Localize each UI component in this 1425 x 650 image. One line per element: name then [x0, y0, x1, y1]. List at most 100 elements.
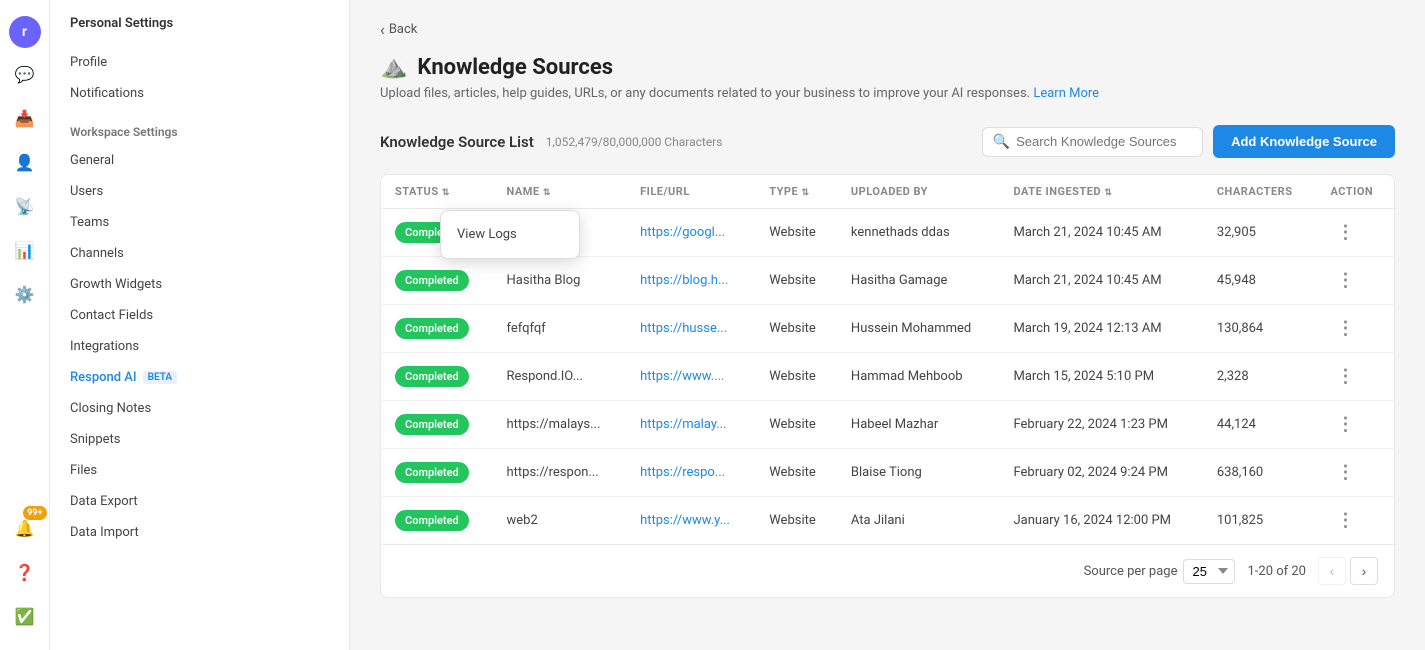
cell-date-ingested: January 16, 2024 12:00 PM: [999, 497, 1202, 545]
action-menu-button[interactable]: ⋮: [1330, 268, 1360, 293]
action-menu-button[interactable]: ⋮: [1330, 508, 1360, 533]
sidebar-item-respond-ai[interactable]: Respond AI BETA: [50, 362, 349, 393]
action-menu-button[interactable]: ⋮: [1330, 316, 1360, 341]
cell-action: ⋮: [1316, 449, 1394, 497]
user-avatar[interactable]: r: [9, 16, 41, 48]
next-page-button[interactable]: ›: [1350, 557, 1378, 585]
search-icon: 🔍: [993, 134, 1010, 150]
col-action: ACTION: [1316, 175, 1394, 209]
cell-characters: 101,825: [1203, 497, 1317, 545]
dropdown-view-logs[interactable]: View Logs: [441, 219, 579, 250]
sidebar-item-data-import[interactable]: Data Import: [50, 517, 349, 548]
nav-icon-notifications[interactable]: 🔔 99+: [7, 510, 43, 546]
action-menu-button[interactable]: ⋮: [1330, 460, 1360, 485]
col-characters: CHARACTERS: [1203, 175, 1317, 209]
col-name: NAME ⇅: [493, 175, 627, 209]
col-file-url: FILE/URL: [626, 175, 755, 209]
file-url-link[interactable]: https://googl...: [640, 225, 725, 240]
search-input[interactable]: [1016, 134, 1192, 149]
cell-action: ⋮: [1316, 209, 1394, 257]
ks-title: Knowledge Source List: [380, 133, 534, 151]
sidebar-item-data-export[interactable]: Data Export: [50, 486, 349, 517]
cell-name: web2: [493, 497, 627, 545]
cell-uploaded-by: Ata Jilani: [837, 497, 1000, 545]
nav-icon-inbox[interactable]: 📥: [7, 100, 43, 136]
cell-date-ingested: February 02, 2024 9:24 PM: [999, 449, 1202, 497]
sidebar-item-contact-fields[interactable]: Contact Fields: [50, 300, 349, 331]
cell-name: Respond.IO...: [493, 353, 627, 401]
cell-characters: 32,905: [1203, 209, 1317, 257]
action-menu-button[interactable]: ⋮: [1330, 220, 1360, 245]
cell-action: ⋮: [1316, 401, 1394, 449]
cell-characters: 2,328: [1203, 353, 1317, 401]
search-box: 🔍: [982, 127, 1203, 157]
cell-type: Website: [755, 209, 837, 257]
file-url-link[interactable]: https://www.y...: [640, 513, 730, 528]
nav-icon-chat[interactable]: 💬: [7, 56, 43, 92]
nav-icon-status[interactable]: ✅: [7, 598, 43, 634]
cell-uploaded-by: Hasitha Gamage: [837, 257, 1000, 305]
sidebar-item-notifications[interactable]: Notifications: [50, 78, 349, 109]
nav-icon-contacts[interactable]: 👤: [7, 144, 43, 180]
per-page-select[interactable]: 25 50 100: [1183, 559, 1235, 584]
sidebar-item-snippets[interactable]: Snippets: [50, 424, 349, 455]
file-url-link[interactable]: https://www....: [640, 369, 724, 384]
nav-icon-settings[interactable]: ⚙️: [7, 276, 43, 312]
sidebar-item-growth-widgets[interactable]: Growth Widgets: [50, 269, 349, 300]
file-url-link[interactable]: https://blog.h...: [640, 273, 728, 288]
cell-date-ingested: March 21, 2024 10:45 AM: [999, 209, 1202, 257]
sidebar-item-teams[interactable]: Teams: [50, 207, 349, 238]
sidebar-item-integrations[interactable]: Integrations: [50, 331, 349, 362]
cell-status: Completed: [381, 305, 493, 353]
col-status: STATUS ⇅: [381, 175, 493, 209]
cell-file-url: https://www.y...: [626, 497, 755, 545]
nav-icon-channels[interactable]: 📡: [7, 188, 43, 224]
sidebar-item-users[interactable]: Users: [50, 176, 349, 207]
col-uploaded-by: UPLOADED BY: [837, 175, 1000, 209]
settings-sidebar: Personal Settings Profile Notifications …: [50, 0, 350, 650]
pagination-nav: ‹ ›: [1318, 557, 1378, 585]
cell-type: Website: [755, 449, 837, 497]
status-badge: Completed: [395, 414, 469, 435]
nav-icon-help[interactable]: ❓: [7, 554, 43, 590]
status-badge: Completed: [395, 270, 469, 291]
status-badge: Completed: [395, 462, 469, 483]
learn-more-link[interactable]: Learn More: [1033, 86, 1099, 101]
file-url-link[interactable]: https://respo...: [640, 465, 725, 480]
cell-action: ⋮: [1316, 353, 1394, 401]
file-url-link[interactable]: https://husse...: [640, 321, 727, 336]
back-link[interactable]: ‹ Back: [380, 20, 1395, 39]
sidebar-item-general[interactable]: General: [50, 145, 349, 176]
per-page-select-wrap: Source per page 25 50 100: [1084, 559, 1236, 584]
cell-uploaded-by: Blaise Tiong: [837, 449, 1000, 497]
cell-uploaded-by: Hammad Mehboob: [837, 353, 1000, 401]
cell-action: ⋮: [1316, 497, 1394, 545]
pagination-bar: Source per page 25 50 100 1-20 of 20 ‹ ›: [381, 544, 1394, 597]
file-url-link[interactable]: https://malay...: [640, 417, 727, 432]
cell-status: Completed: [381, 401, 493, 449]
sidebar-item-profile[interactable]: Profile: [50, 47, 349, 78]
sidebar-item-channels[interactable]: Channels: [50, 238, 349, 269]
cell-characters: 638,160: [1203, 449, 1317, 497]
table-row: Completed https://respon... https://resp…: [381, 449, 1394, 497]
cell-file-url: https://respo...: [626, 449, 755, 497]
action-menu-button[interactable]: ⋮: [1330, 364, 1360, 389]
add-knowledge-source-button[interactable]: Add Knowledge Source: [1213, 125, 1395, 158]
cell-type: Website: [755, 257, 837, 305]
sidebar-item-files[interactable]: Files: [50, 455, 349, 486]
prev-page-button[interactable]: ‹: [1318, 557, 1346, 585]
cell-action: ⋮: [1316, 257, 1394, 305]
cell-uploaded-by: kennethads ddas: [837, 209, 1000, 257]
table-row: Completed Hasitha Blog https://blog.h...…: [381, 257, 1394, 305]
status-badge: Completed: [395, 318, 469, 339]
cell-type: Website: [755, 497, 837, 545]
action-menu-button[interactable]: ⋮: [1330, 412, 1360, 437]
cell-uploaded-by: Hussein Mohammed: [837, 305, 1000, 353]
nav-icon-reports[interactable]: 📊: [7, 232, 43, 268]
pagination-range: 1-20 of 20: [1247, 564, 1306, 579]
cell-name: https://malays...: [493, 401, 627, 449]
icon-rail: r 💬 📥 👤 📡 📊 ⚙️ 🔔 99+ ❓ ✅: [0, 0, 50, 650]
status-badge: Completed: [395, 510, 469, 531]
sidebar-item-closing-notes[interactable]: Closing Notes: [50, 393, 349, 424]
ks-count: 1,052,479/80,000,000 Characters: [546, 135, 723, 149]
